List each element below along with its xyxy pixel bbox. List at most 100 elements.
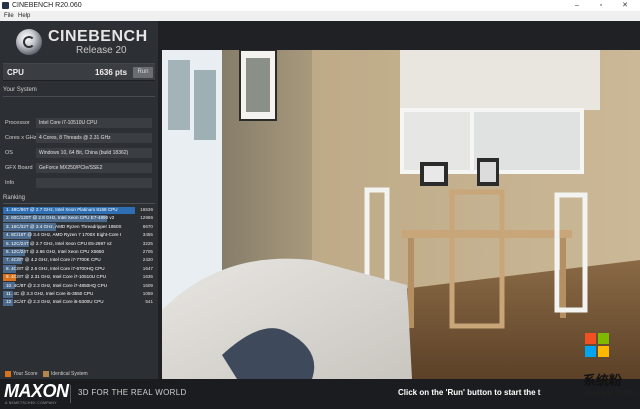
ranking-score: 12986	[140, 215, 153, 221]
cinebench-logo: CINEBENCH Release 20	[4, 25, 154, 58]
ranking-score: 2420	[142, 257, 153, 263]
menu-file[interactable]: File	[4, 11, 14, 21]
ranking-score: 1636	[142, 274, 153, 280]
title-bar: CINEBENCH R20.060 – ▫ ✕	[0, 0, 640, 11]
table-leg	[408, 238, 414, 328]
ranking-score: 541	[145, 299, 153, 305]
app-body: CINEBENCH Release 20 CPU 1636 pts Run Yo…	[0, 21, 640, 409]
info-value	[36, 178, 152, 188]
picture-art	[246, 58, 270, 112]
os-value: Windows 10, 64 Bit, China (build 18362)	[36, 148, 152, 158]
ranking-label: 10. 4C/8T @ 2.3 GHz, Intel Core i7-4850H…	[6, 282, 108, 288]
cores-label: Cores x GHz	[5, 135, 37, 141]
ranking-row[interactable]: 5. 12C/24T @ 2.7 GHz, Intel Xeon CPU E5-…	[3, 240, 155, 248]
left-panel: CINEBENCH Release 20 CPU 1636 pts Run Yo…	[0, 21, 158, 409]
menu-help[interactable]: Help	[18, 11, 30, 21]
run-button[interactable]: Run	[133, 67, 153, 78]
logo-square	[598, 333, 609, 344]
your-system-title: Your System	[3, 87, 37, 93]
render-scene	[162, 50, 640, 379]
ranking-row[interactable]: 7. 4C/8T @ 4.2 GHz, Intel Core i7-7700K …	[3, 256, 155, 265]
ranking-list: 1. 48C/96T @ 2.7 GHz, Intel Xeon Platinu…	[3, 206, 155, 314]
ranking-label: 6. 12C/24T @ 2.66 GHz, Intel Xeon CPU X5…	[6, 249, 105, 254]
ranking-row[interactable]: 11. 4C @ 3.3 GHz, Intel Core i5-3550 CPU…	[3, 290, 155, 298]
window-pane	[194, 70, 216, 140]
render-viewport	[162, 50, 640, 379]
info-label: Info	[5, 180, 15, 186]
ranking-score: 3225	[142, 240, 153, 246]
maxon-subtitle: A NEMETSCHEK COMPANY	[5, 401, 57, 405]
menu-bar: File Help	[0, 11, 640, 21]
ranking-label: 4. 8C/16T @ 3.4 GHz, AMD Ryzen 7 1700X E…	[6, 232, 122, 238]
table-top	[402, 230, 572, 238]
ranking-row[interactable]: 2. 60C/120T @ 2.8 GHz, Intel Xeon CPU E7…	[3, 214, 155, 223]
ranking-label: 7. 4C/8T @ 4.2 GHz, Intel Core i7-7700K …	[6, 257, 101, 263]
ranking-score: 6670	[142, 223, 153, 229]
ranking-row[interactable]: 1. 48C/96T @ 2.7 GHz, Intel Xeon Platinu…	[3, 206, 155, 214]
ranking-score: 1647	[142, 265, 153, 271]
window-blind	[400, 50, 600, 110]
divider	[70, 385, 71, 403]
identical-system-legend: Identical System	[51, 371, 88, 377]
logo-release: Release 20	[76, 45, 127, 56]
ranking-row[interactable]: 8. 4C/8T @ 2.6 GHz, Intel Core i7-6700HQ…	[3, 265, 155, 273]
ranking-label: 12. 2C/4T @ 2.3 GHz, Intel Core i5-5300U…	[6, 299, 104, 305]
windows-logo-icon	[585, 333, 609, 357]
table-leg	[560, 238, 566, 318]
ranking-label: 5. 12C/24T @ 2.7 GHz, Intel Xeon CPU E5-…	[6, 240, 112, 246]
cpu-score: 1636 pts	[95, 68, 128, 77]
gfx-board-value: GeForce MX250/PCIe/SSE2	[36, 163, 152, 173]
maximize-button[interactable]: ▫	[592, 0, 610, 11]
window-title: CINEBENCH R20.060	[12, 2, 82, 9]
ranking-score: 2705	[142, 249, 153, 254]
cpu-benchmark-row: CPU 1636 pts Run	[3, 63, 155, 81]
logo-name: CINEBENCH	[48, 28, 148, 45]
footer-bar: MAXON A NEMETSCHEK COMPANY 3D FOR THE RE…	[0, 379, 640, 409]
ranking-row[interactable]: 9. 4C/8T @ 2.31 GHz, Intel Core i7-10510…	[3, 273, 155, 282]
divider	[3, 203, 155, 204]
ranking-label: 8. 4C/8T @ 2.6 GHz, Intel Core i7-6700HQ…	[6, 265, 105, 271]
ranking-score: 1509	[142, 282, 153, 288]
logo-square	[585, 333, 596, 344]
identical-system-swatch	[43, 371, 49, 377]
photo-frame-inner	[480, 162, 496, 182]
ranking-row[interactable]: 4. 8C/16T @ 3.4 GHz, AMD Ryzen 7 1700X E…	[3, 231, 155, 240]
ranking-title: Ranking	[3, 195, 26, 201]
status-text: Click on the 'Run' button to start the t	[398, 388, 541, 397]
gfx-board-label: GFX Board	[5, 165, 33, 171]
minimize-button[interactable]: –	[568, 0, 586, 11]
ranking-label: 9. 4C/8T @ 2.31 GHz, Intel Core i7-10510…	[6, 274, 107, 280]
ranking-row[interactable]: 12. 2C/4T @ 2.3 GHz, Intel Core i5-5300U…	[3, 298, 155, 307]
ranking-score: 16536	[140, 207, 153, 212]
ranking-label: 1. 48C/96T @ 2.7 GHz, Intel Xeon Platinu…	[6, 207, 118, 212]
ranking-row[interactable]: 3. 16C/32T @ 3.4 GHz, AMD Ryzen Threadri…	[3, 223, 155, 231]
os-label: OS	[5, 150, 13, 156]
processor-label: Processor	[5, 120, 30, 126]
cores-value: 4 Cores, 8 Threads @ 2.31 GHz	[36, 133, 152, 143]
ranking-row[interactable]: 10. 4C/8T @ 2.3 GHz, Intel Core i7-4850H…	[3, 282, 155, 290]
cinema4d-logo-icon	[16, 29, 42, 55]
watermark: 系统粉 www.win7999.com	[583, 333, 640, 403]
photo-frame-inner	[424, 166, 444, 182]
your-score-legend: Your Score	[13, 371, 38, 377]
logo-square	[598, 346, 609, 357]
ranking-score: 3455	[142, 232, 153, 238]
logo-square	[585, 346, 596, 357]
maxon-logo: MAXON	[4, 381, 69, 401]
ranking-label: 11. 4C @ 3.3 GHz, Intel Core i5-3550 CPU	[6, 291, 94, 296]
cpu-label: CPU	[7, 68, 24, 77]
ranking-label: 2. 60C/120T @ 2.8 GHz, Intel Xeon CPU E7…	[6, 215, 115, 221]
ranking-score: 1059	[142, 291, 153, 296]
watermark-url: www.win7999.com	[583, 389, 640, 398]
legend: Your Score Identical System	[3, 369, 155, 379]
ranking-row[interactable]: 6. 12C/24T @ 2.66 GHz, Intel Xeon CPU X5…	[3, 248, 155, 256]
divider	[3, 96, 155, 97]
tagline: 3D FOR THE REAL WORLD	[78, 388, 187, 397]
ranking-label: 3. 16C/32T @ 3.4 GHz, AMD Ryzen Threadri…	[6, 223, 122, 229]
your-score-swatch	[5, 371, 11, 377]
watermark-brand: 系统粉	[583, 374, 623, 389]
processor-value: Intel Core i7-10510U CPU	[36, 118, 152, 128]
close-button[interactable]: ✕	[616, 0, 634, 11]
app-icon	[2, 2, 9, 9]
window-pane	[168, 60, 190, 130]
